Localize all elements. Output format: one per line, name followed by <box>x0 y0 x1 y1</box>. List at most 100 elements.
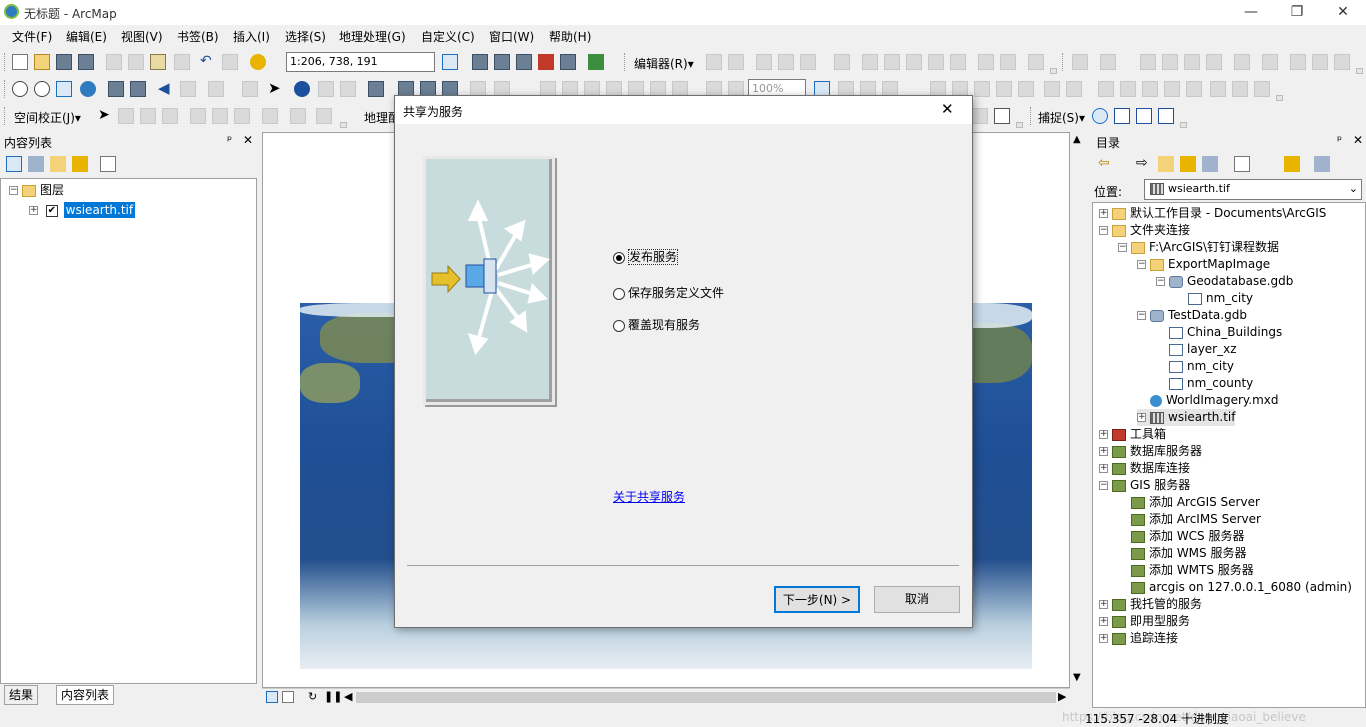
spatial-adjust-icon[interactable] <box>1164 81 1180 97</box>
chevron-down-icon[interactable]: ⌄ <box>1349 180 1358 198</box>
toc-layer-item[interactable]: + ✔ wsiearth.tif <box>29 202 136 219</box>
expand-icon[interactable]: + <box>1099 634 1108 643</box>
catalog-tree-item[interactable]: − Geodatabase.gdb <box>1156 273 1293 290</box>
catalog-tree-item[interactable]: + 我托管的服务 <box>1099 596 1202 613</box>
adjust-tool-icon[interactable] <box>316 108 332 124</box>
reshape-icon[interactable] <box>884 54 900 70</box>
catalog-tree-item[interactable]: − 文件夹连接 <box>1099 222 1190 239</box>
toolbar-dropdown-icon[interactable] <box>1180 122 1187 128</box>
topology-icon[interactable] <box>1072 54 1088 70</box>
identify-icon[interactable] <box>294 81 310 97</box>
zoom-out-icon[interactable] <box>34 81 50 97</box>
table-icon[interactable] <box>472 54 488 70</box>
spatial-adjust-menu[interactable]: 空间校正(J)▾ <box>14 109 81 126</box>
catalog-tree-item[interactable]: 添加 WCS 服务器 <box>1118 528 1245 545</box>
attributes-icon[interactable] <box>978 54 994 70</box>
topology-edit-icon[interactable] <box>1100 54 1116 70</box>
scroll-up-icon[interactable]: ▲ <box>1073 134 1081 145</box>
point-icon[interactable] <box>834 54 850 70</box>
menu-file[interactable]: 文件(F) <box>12 28 52 45</box>
menu-edit[interactable]: 编辑(E) <box>66 28 107 45</box>
select-elements-icon[interactable]: ➤ <box>98 108 114 124</box>
catalog-tree-item[interactable]: nm_county <box>1156 375 1253 392</box>
paste-icon[interactable] <box>150 54 166 70</box>
toolbar-dropdown-icon[interactable] <box>1356 68 1363 74</box>
radio-circle[interactable] <box>613 287 625 300</box>
expand-icon[interactable]: + <box>1099 600 1108 609</box>
new-folder-icon[interactable] <box>1284 156 1300 172</box>
edit-vertices-icon[interactable] <box>862 54 878 70</box>
menu-geoprocessing[interactable]: 地理处理(G) <box>339 28 406 45</box>
scroll-right-icon[interactable]: ▶ <box>1058 690 1066 703</box>
radio-publish-service[interactable]: 发布服务 <box>613 249 679 265</box>
topology-tool-icon[interactable] <box>996 81 1012 97</box>
collapse-icon[interactable]: − <box>1137 260 1146 269</box>
pan-icon[interactable] <box>56 81 72 97</box>
georef-tool-icon[interactable] <box>1334 54 1350 70</box>
spatial-adjust-icon[interactable] <box>1098 81 1114 97</box>
adjust-tool-icon[interactable] <box>162 108 178 124</box>
edit-annotation-icon[interactable] <box>728 54 744 70</box>
dialog-close-button[interactable]: ✕ <box>941 100 954 118</box>
catalog-tree-item[interactable]: + 工具箱 <box>1099 426 1166 443</box>
catalog-tree-item[interactable]: + wsiearth.tif <box>1137 409 1236 426</box>
catalog-tree-item[interactable]: + 数据库连接 <box>1099 460 1190 477</box>
collapse-icon[interactable]: − <box>9 186 18 195</box>
tab-toc[interactable]: 内容列表 <box>56 685 115 705</box>
scale-combo[interactable]: 1:206, 738, 191 <box>286 52 435 72</box>
georef-tool-icon[interactable] <box>1206 54 1222 70</box>
georef-tool-icon[interactable] <box>1290 54 1306 70</box>
search-window-icon[interactable] <box>516 54 532 70</box>
expand-icon[interactable]: + <box>1099 209 1108 218</box>
spatial-adjust-icon[interactable] <box>1254 81 1270 97</box>
zoom-in-icon[interactable] <box>12 81 28 97</box>
toolbar-grip[interactable] <box>1030 107 1033 125</box>
spatial-adjust-icon[interactable] <box>1232 81 1248 97</box>
catalog-tree-item[interactable]: − TestData.gdb <box>1137 307 1247 324</box>
scroll-left-icon[interactable]: ◀ <box>344 690 352 703</box>
catalog-tree-item[interactable]: arcgis on 127.0.0.1_6080 (admin) <box>1118 579 1352 596</box>
connect-folder-icon[interactable] <box>1202 156 1218 172</box>
georef-tool-icon[interactable] <box>1140 54 1156 70</box>
spatial-adjust-icon[interactable] <box>1186 81 1202 97</box>
trace-icon[interactable] <box>800 54 816 70</box>
cut-icon[interactable] <box>106 54 122 70</box>
topology-tool-icon[interactable] <box>974 81 990 97</box>
up-one-level-icon[interactable] <box>1158 156 1174 172</box>
catalog-tree-item[interactable]: − GIS 服务器 <box>1099 477 1190 494</box>
catalog-tree-item[interactable]: 添加 WMTS 服务器 <box>1118 562 1254 579</box>
vertex-snap-icon[interactable] <box>1136 108 1152 124</box>
map-vertical-scrollbar[interactable]: ▲ ▼ <box>1070 132 1086 688</box>
measure-icon[interactable] <box>368 81 384 97</box>
toolbar-grip[interactable] <box>624 53 627 71</box>
python-icon[interactable] <box>560 54 576 70</box>
adjust-tool-icon[interactable] <box>972 108 988 124</box>
topology-tool-icon[interactable] <box>1066 81 1082 97</box>
clear-selection-icon[interactable] <box>242 81 258 97</box>
adjust-tool-icon[interactable] <box>190 108 206 124</box>
toolbar-dropdown-icon[interactable] <box>1050 68 1057 74</box>
data-view-icon[interactable] <box>266 691 278 703</box>
catalog-tree-item[interactable]: 添加 ArcGIS Server <box>1118 494 1260 511</box>
undo-icon[interactable]: ↶ <box>200 54 216 70</box>
adjust-tool-icon[interactable] <box>290 108 306 124</box>
collapse-icon[interactable]: − <box>1137 311 1146 320</box>
next-button[interactable]: 下一步(N) > <box>774 586 860 613</box>
georef-tool-icon[interactable] <box>1162 54 1178 70</box>
layer-visibility-checkbox[interactable]: ✔ <box>45 204 58 217</box>
about-sharing-link[interactable]: 关于共享服务 <box>613 488 685 505</box>
pencil-icon[interactable] <box>994 108 1010 124</box>
catalog-tree-item[interactable]: 添加 WMS 服务器 <box>1118 545 1246 562</box>
print-icon[interactable] <box>78 54 94 70</box>
radio-circle[interactable] <box>613 319 625 332</box>
pin-icon[interactable]: ᵖ <box>1337 133 1342 147</box>
maximize-button[interactable]: ❐ <box>1274 0 1320 25</box>
pin-icon[interactable]: ᵖ <box>227 133 232 147</box>
straight-segment-icon[interactable] <box>756 54 772 70</box>
fixed-zoom-out-icon[interactable] <box>130 81 146 97</box>
toolbar-dropdown-icon[interactable] <box>1276 95 1283 101</box>
point-snap-icon[interactable] <box>1092 108 1108 124</box>
toolbar-grip[interactable] <box>4 80 7 98</box>
menu-customize[interactable]: 自定义(C) <box>421 28 475 45</box>
radio-save-definition[interactable]: 保存服务定义文件 <box>613 285 724 301</box>
